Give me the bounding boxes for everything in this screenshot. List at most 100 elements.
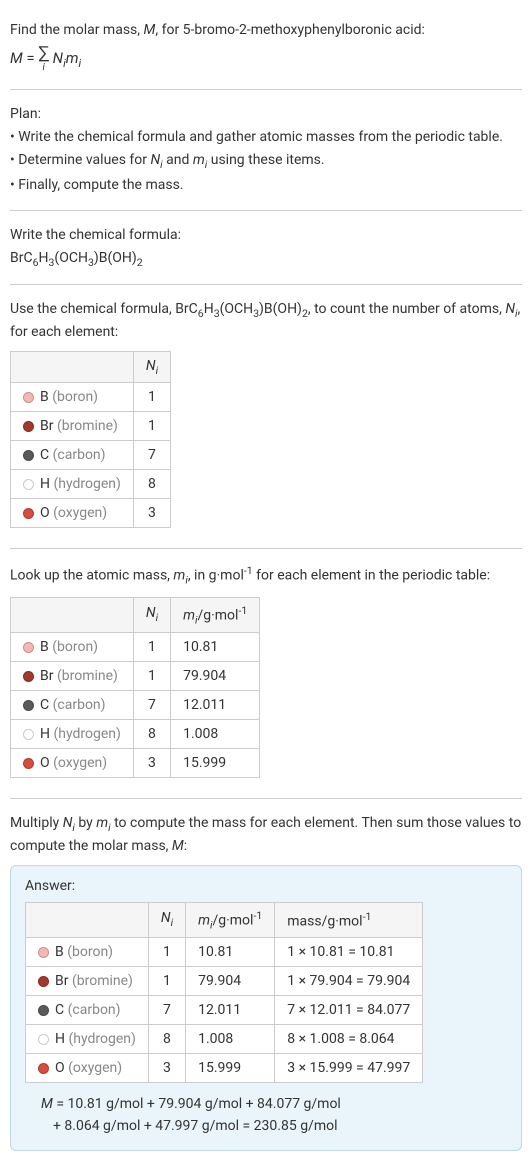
sum-index: i <box>42 63 44 73</box>
plan-bullet-3: • Finally, compute the mass. <box>10 175 522 196</box>
table-row: O (oxygen)3 <box>11 499 171 528</box>
th-Ni: Ni <box>148 902 185 937</box>
eq-m: m <box>66 49 79 67</box>
chem-formula: BrC6H3(OCH3)B(OH)2 <box>10 248 522 271</box>
table-row: H (hydrogen)81.008 <box>11 720 260 749</box>
count-formula: BrC6H3(OCH3)B(OH)2 <box>175 301 308 317</box>
elem-sym: O <box>40 505 50 521</box>
f-OCH: (OCH <box>54 250 88 266</box>
plan-title: Plan: <box>10 104 522 125</box>
divider <box>10 210 522 211</box>
elem-sym: C <box>40 447 49 463</box>
elem-cell: Br (bromine) <box>11 412 134 441</box>
elem-cell: C (carbon) <box>11 691 134 720</box>
chemical-formula-section: Write the chemical formula: BrC6H3(OCH3)… <box>10 215 522 281</box>
f-BrC: BrC <box>10 250 33 266</box>
element-swatch-icon <box>38 1063 49 1074</box>
plan-bullet-2: • Determine values for Ni and mi using t… <box>10 150 522 173</box>
elem-name: (boron) <box>52 389 98 405</box>
table-row: B (boron)110.81 <box>11 633 260 662</box>
elem-cell: O (oxygen) <box>11 749 134 778</box>
lookup-neg1: -1 <box>244 564 253 577</box>
lookup-post: for each element in the periodic table: <box>253 568 490 584</box>
plan-b2-N: N <box>150 152 160 168</box>
n-cell: 3 <box>133 499 170 528</box>
lookup-pre: Look up the atomic mass, <box>10 568 173 584</box>
lookup-text: Look up the atomic mass, mi, in g·mol-1 … <box>10 563 522 588</box>
answer-box: Answer: Ni mi/g·mol-1 mass/g·mol-1 B (bo… <box>10 865 522 1151</box>
elem-sym: H <box>40 476 50 492</box>
table-row: C (carbon)712.011 <box>11 691 260 720</box>
count-mid: , to count the number of atoms, <box>308 301 505 317</box>
th-mass: mass/g·mol-1 <box>275 902 423 937</box>
table-row: O (oxygen)315.999 <box>11 749 260 778</box>
intro-section: Find the molar mass, M, for 5-bromo-2-me… <box>10 10 522 85</box>
element-swatch-icon <box>23 671 34 682</box>
final-equation: M M = 10.81 g/mol + 79.904 g/mol + 84.07… <box>25 1093 507 1138</box>
table-row: C (carbon)7 <box>11 441 171 470</box>
th-Ni: Ni <box>133 351 170 383</box>
table-header-row: Ni <box>11 351 171 383</box>
multiply-text: Multiply Ni by mi to compute the mass fo… <box>10 813 522 857</box>
f-2: 2 <box>137 255 143 268</box>
element-swatch-icon <box>23 450 34 461</box>
elem-sym: B <box>40 389 49 405</box>
elem-cell: Br (bromine) <box>11 662 134 691</box>
count-section: Use the chemical formula, BrC6H3(OCH3)B(… <box>10 289 522 544</box>
count-text: Use the chemical formula, BrC6H3(OCH3)B(… <box>10 299 522 343</box>
th-Ni: Ni <box>133 597 170 632</box>
lookup-m: m <box>173 568 185 584</box>
plan-bullet-1: • Write the chemical formula and gather … <box>10 127 522 148</box>
answer-title: Answer: <box>25 878 507 894</box>
element-swatch-icon <box>38 976 49 987</box>
th-blank <box>11 351 134 383</box>
n-cell: 1 <box>133 412 170 441</box>
multiply-section: Multiply Ni by mi to compute the mass fo… <box>10 803 522 1159</box>
n-cell: 8 <box>133 470 170 499</box>
table-row: B (boron)110.811 × 10.81 = 10.81 <box>26 938 423 967</box>
eq-mi: i <box>78 57 81 70</box>
molar-mass-equation: M = ∑i Nimi <box>10 45 522 73</box>
sigma-symbol: ∑ <box>38 45 49 63</box>
divider <box>10 798 522 799</box>
eq-lhs: M <box>10 49 23 67</box>
intro-var-M: M <box>144 22 156 38</box>
divider <box>10 548 522 549</box>
plan-b2-post: using these items. <box>207 152 324 168</box>
count-N: N <box>505 301 515 317</box>
intro-pre: Find the molar mass, <box>10 22 144 38</box>
answer-table: Ni mi/g·mol-1 mass/g·mol-1 B (boron)110.… <box>25 902 423 1083</box>
table-row: C (carbon)712.0117 × 12.011 = 84.077 <box>26 996 423 1025</box>
elem-name: (oxygen) <box>53 505 107 521</box>
element-swatch-icon <box>23 642 34 653</box>
table-row: O (oxygen)315.9993 × 15.999 = 47.997 <box>26 1054 423 1083</box>
plan-b2-m: m <box>193 152 205 168</box>
table-row: H (hydrogen)81.0088 × 1.008 = 8.064 <box>26 1025 423 1054</box>
plan-b2-pre: • Determine values for <box>10 152 150 168</box>
table-header-row: Ni mi/g·mol-1 mass/g·mol-1 <box>26 902 423 937</box>
elem-cell: B (boron) <box>11 633 134 662</box>
element-swatch-icon <box>23 392 34 403</box>
elem-sym: Br <box>40 418 53 434</box>
eq-N: N <box>53 49 63 67</box>
f-H: H <box>39 250 49 266</box>
elem-cell: O (oxygen) <box>11 499 134 528</box>
n-cell: 7 <box>133 441 170 470</box>
elem-cell: C (carbon) <box>11 441 134 470</box>
elem-cell: B (boron) <box>11 383 134 412</box>
divider <box>10 284 522 285</box>
lookup-mid: , in g·mol <box>188 568 244 584</box>
count-pre: Use the chemical formula, <box>10 301 175 317</box>
f-BOH: )B(OH) <box>94 250 137 266</box>
th-mi: mi/g·mol-1 <box>171 597 260 632</box>
divider <box>10 89 522 90</box>
table-row: B (boron)1 <box>11 383 171 412</box>
table-row: H (hydrogen) 8 <box>11 470 171 499</box>
elem-name: (carbon) <box>53 447 106 463</box>
elem-name: (hydrogen) <box>53 476 120 492</box>
elem-cell: H (hydrogen) <box>11 720 134 749</box>
element-swatch-icon <box>23 729 34 740</box>
eq-line2: + 8.064 g/mol + 47.997 g/mol = 230.85 g/… <box>41 1115 507 1137</box>
element-swatch-icon <box>38 947 49 958</box>
element-swatch-icon <box>23 508 34 519</box>
